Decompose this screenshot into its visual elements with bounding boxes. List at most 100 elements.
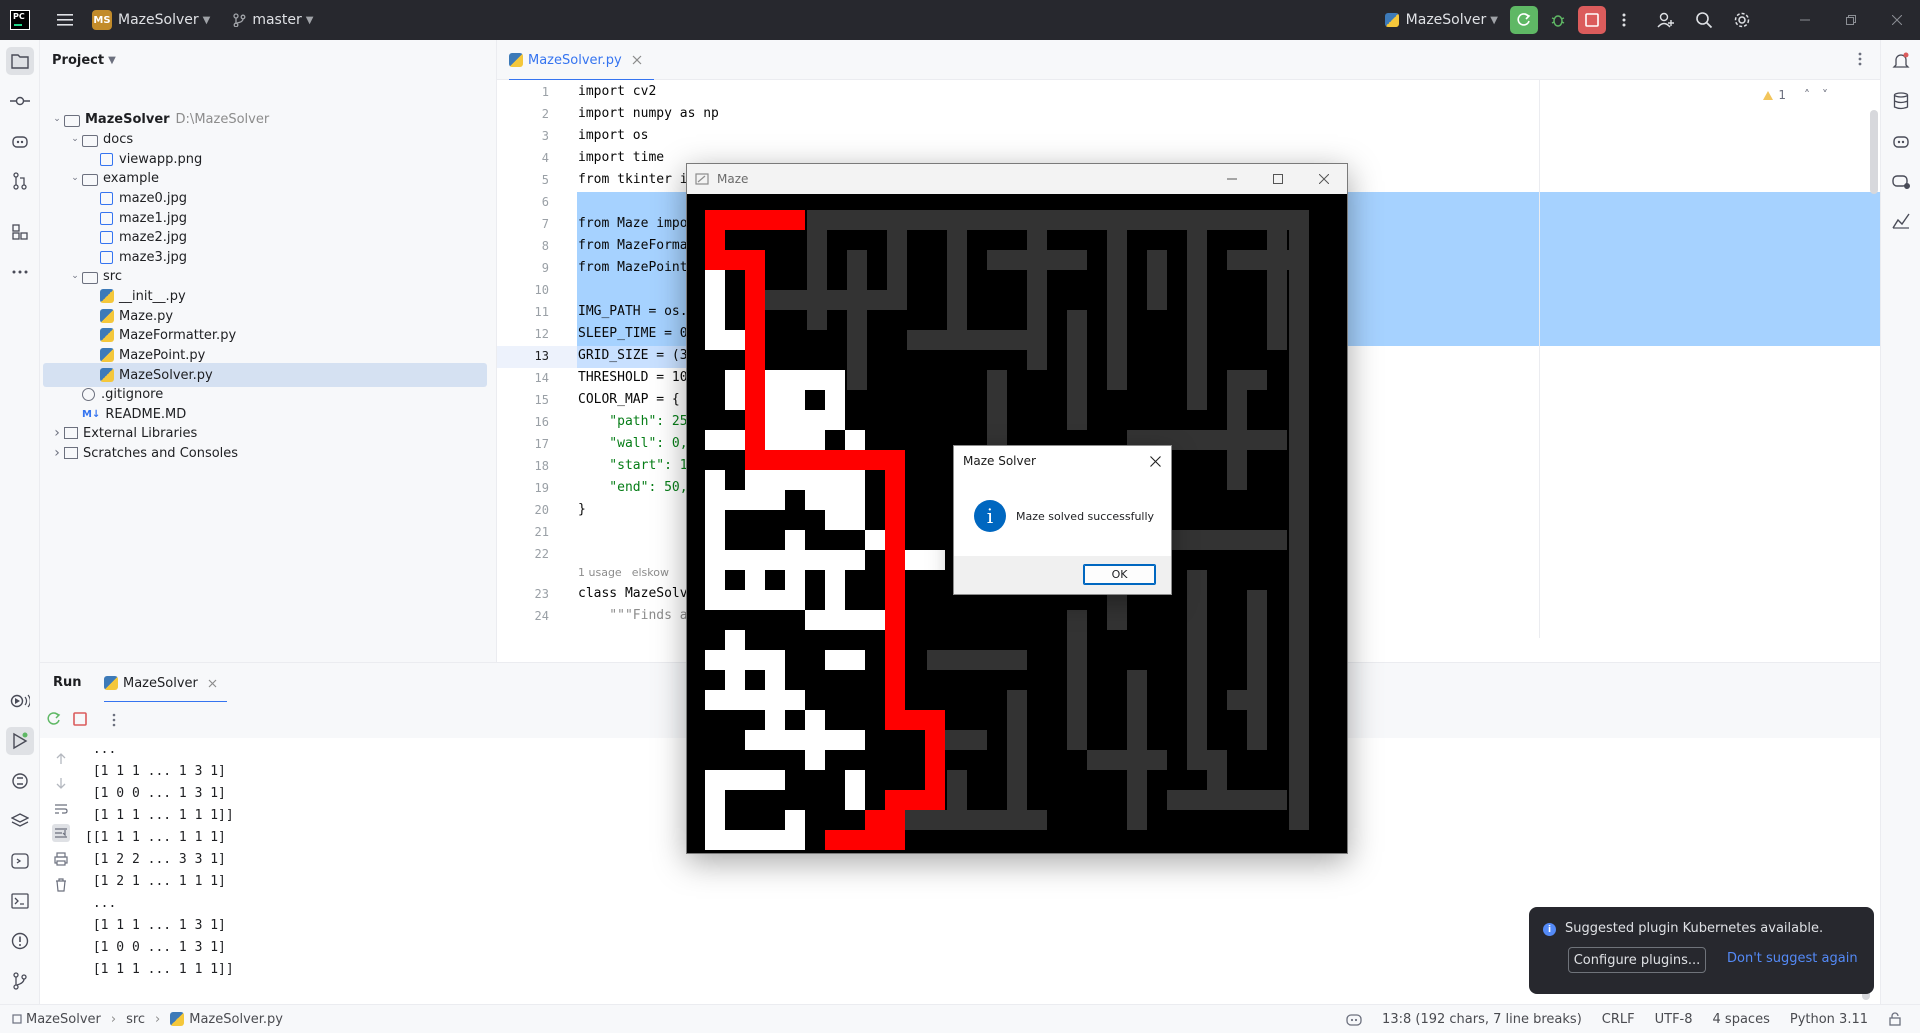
maze-visited-cell	[805, 710, 825, 770]
breadcrumb-src[interactable]: src	[126, 1012, 145, 1027]
code-vision-hint[interactable]: 1 usage elskow	[578, 566, 669, 579]
chevron-down-icon[interactable]: ⌄	[50, 114, 64, 124]
maze-visited-cell	[765, 390, 805, 410]
python-interpreter[interactable]: Python 3.11	[1790, 1012, 1868, 1027]
soft-wrap-icon[interactable]	[52, 800, 70, 818]
maze-close-button[interactable]	[1301, 164, 1347, 194]
git-tool-button[interactable]	[6, 967, 34, 995]
copilot-tool-button[interactable]	[6, 127, 34, 155]
configure-plugins-button[interactable]: Configure plugins...	[1568, 947, 1706, 973]
branch-switcher[interactable]: master ▼	[232, 0, 313, 40]
tree-item-label: Scratches and Consoles	[83, 445, 239, 461]
tree-item-scratches-and-consoles[interactable]: › Scratches and Consoles	[40, 441, 238, 465]
plugin-suggestion-notification: i Suggested plugin Kubernetes available.…	[1529, 907, 1874, 994]
line-separator[interactable]: CRLF	[1602, 1012, 1635, 1027]
ok-button[interactable]: OK	[1083, 564, 1156, 585]
run-tab-mazesolver[interactable]: MazeSolver	[104, 663, 217, 703]
rerun-button[interactable]	[1510, 6, 1538, 34]
console-line: [1 1 1 ... 1 1 1]]	[85, 808, 234, 823]
maze-maximize-button[interactable]	[1255, 164, 1301, 194]
run-tool-button[interactable]	[6, 727, 34, 755]
code-line: GRID_SIZE = (3	[578, 348, 688, 363]
chevron-up-icon[interactable]: ˄	[1804, 88, 1810, 102]
rerun-button[interactable]	[46, 711, 62, 727]
search-button[interactable]	[1690, 6, 1718, 34]
debug-button[interactable]	[1544, 6, 1572, 34]
stop-button[interactable]	[1578, 6, 1606, 34]
info-icon: i	[974, 500, 1006, 532]
notifications-tool-button[interactable]	[1887, 47, 1915, 75]
chevron-right-icon[interactable]: ›	[50, 445, 64, 461]
chevron-down-icon[interactable]: ⌄	[68, 271, 82, 281]
scroll-down-icon[interactable]	[52, 774, 70, 792]
console-line: [1 2 2 ... 3 3 1]	[85, 852, 226, 867]
stop-run-button[interactable]	[73, 712, 87, 726]
tab-mazesolver-py[interactable]: MazeSolver.py	[509, 40, 654, 81]
chevron-down-icon[interactable]: ▼	[108, 55, 116, 66]
scroll-to-end-icon[interactable]	[52, 824, 70, 842]
chevron-down-icon[interactable]: ˅	[1822, 88, 1828, 102]
copilot-chat-tool-button[interactable]	[1887, 167, 1915, 195]
maze-path-cell	[745, 450, 905, 470]
maze-window-titlebar[interactable]: Maze	[687, 164, 1347, 194]
right-tool-strip	[1880, 40, 1920, 1008]
close-tab-icon[interactable]	[632, 55, 642, 65]
scroll-up-icon[interactable]	[52, 750, 70, 768]
database-tool-button[interactable]	[1887, 87, 1915, 115]
run-more-button[interactable]	[112, 713, 116, 727]
editor-tabs-more-button[interactable]	[1858, 52, 1862, 66]
minimize-button[interactable]	[1782, 0, 1828, 40]
project-panel-title[interactable]: Project	[52, 53, 104, 68]
python-packages-tool-button[interactable]	[6, 767, 34, 795]
pull-requests-tool-button[interactable]	[6, 167, 34, 195]
more-tools-button[interactable]	[6, 258, 34, 286]
usages-hint[interactable]: 1 usage	[578, 566, 622, 579]
author-hint[interactable]: elskow	[632, 566, 669, 579]
breadcrumb-file[interactable]: MazeSolver.py	[189, 1012, 283, 1027]
maximize-icon	[1273, 174, 1283, 184]
lock-icon[interactable]	[1888, 1012, 1902, 1026]
copilot-status-icon[interactable]	[1346, 1012, 1362, 1026]
close-window-button[interactable]	[1874, 0, 1920, 40]
dont-suggest-again-link[interactable]: Don't suggest again	[1727, 951, 1858, 966]
pycharm-logo: PC	[10, 10, 30, 30]
problems-tool-button[interactable]	[6, 927, 34, 955]
more-actions-button[interactable]	[1610, 6, 1638, 34]
restore-button[interactable]	[1828, 0, 1874, 40]
dialog-close-button[interactable]	[1145, 452, 1165, 470]
close-tab-icon[interactable]	[208, 679, 217, 688]
breadcrumb-project[interactable]: MazeSolver	[26, 1012, 101, 1027]
dialog-titlebar[interactable]: Maze Solver	[954, 446, 1171, 476]
python-packages-icon	[12, 773, 28, 789]
trash-icon[interactable]	[52, 876, 70, 894]
tree-item-label: External Libraries	[83, 425, 198, 441]
python-file-icon	[509, 53, 523, 67]
layers-tool-button[interactable]	[6, 807, 34, 835]
commit-tool-button[interactable]	[6, 87, 34, 115]
editor-scrollbar[interactable]	[1870, 110, 1878, 194]
indentation[interactable]: 4 spaces	[1713, 1012, 1770, 1027]
line-number: 13	[534, 349, 549, 363]
main-menu-button[interactable]	[50, 5, 80, 35]
project-switcher[interactable]: MS MazeSolver ▼	[80, 0, 210, 40]
project-tool-button[interactable]	[6, 47, 34, 75]
print-icon[interactable]	[52, 850, 70, 868]
maze-visited-cell	[725, 370, 745, 410]
chevron-down-icon[interactable]: ⌄	[68, 173, 82, 183]
run-config-selector[interactable]: MazeSolver ▼	[1384, 0, 1498, 40]
structure-tool-button[interactable]	[6, 218, 34, 246]
ai-assistant-tool-button[interactable]	[1887, 127, 1915, 155]
terminal-tool-button[interactable]	[6, 887, 34, 915]
chevron-down-icon[interactable]: ⌄	[68, 134, 82, 144]
sciview-tool-button[interactable]	[1887, 207, 1915, 235]
services-tool-button[interactable]	[6, 687, 34, 715]
chevron-right-icon[interactable]: ›	[50, 425, 64, 441]
python-console-tool-button[interactable]	[6, 847, 34, 875]
inspections-widget[interactable]: 1 ˄ ˅	[1762, 88, 1828, 102]
caret-position[interactable]: 13:8 (192 chars, 7 line breaks)	[1382, 1012, 1582, 1027]
code-with-me-button[interactable]	[1652, 6, 1680, 34]
maze-minimize-button[interactable]	[1209, 164, 1255, 194]
maze-wall-cell	[1207, 750, 1227, 810]
file-encoding[interactable]: UTF-8	[1655, 1012, 1693, 1027]
settings-button[interactable]	[1728, 6, 1756, 34]
